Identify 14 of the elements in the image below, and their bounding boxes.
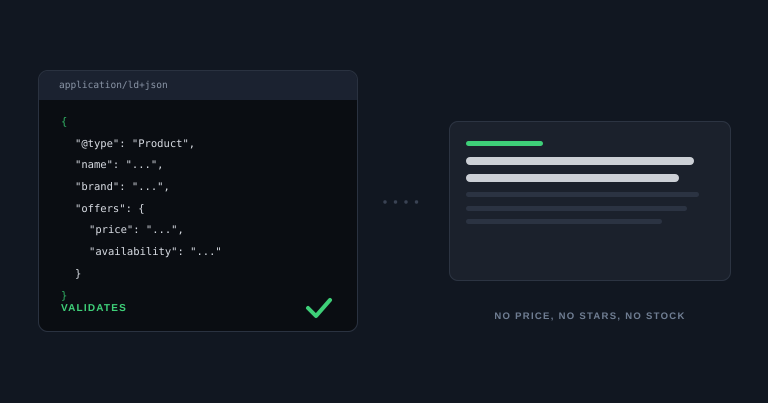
code-line: "availability": "..." [89,246,222,258]
code-line: } [61,290,68,302]
code-line: "name": "...", [75,159,164,172]
code-line: "price": "...", [89,224,184,236]
code-line: { [61,116,68,128]
preview-caption: NO PRICE, NO STARS, NO STOCK [494,311,686,322]
code-line: "brand": "...", [75,181,170,194]
validation-status: VALIDATES [61,302,127,314]
code-line: } [75,268,82,280]
dotted-connector [383,200,419,204]
checkmark-icon [305,297,333,320]
code-panel-title: application/ld+json [59,80,168,91]
code-line: "@type": "Product", [75,138,196,150]
code-line: "offers": { [75,202,145,215]
